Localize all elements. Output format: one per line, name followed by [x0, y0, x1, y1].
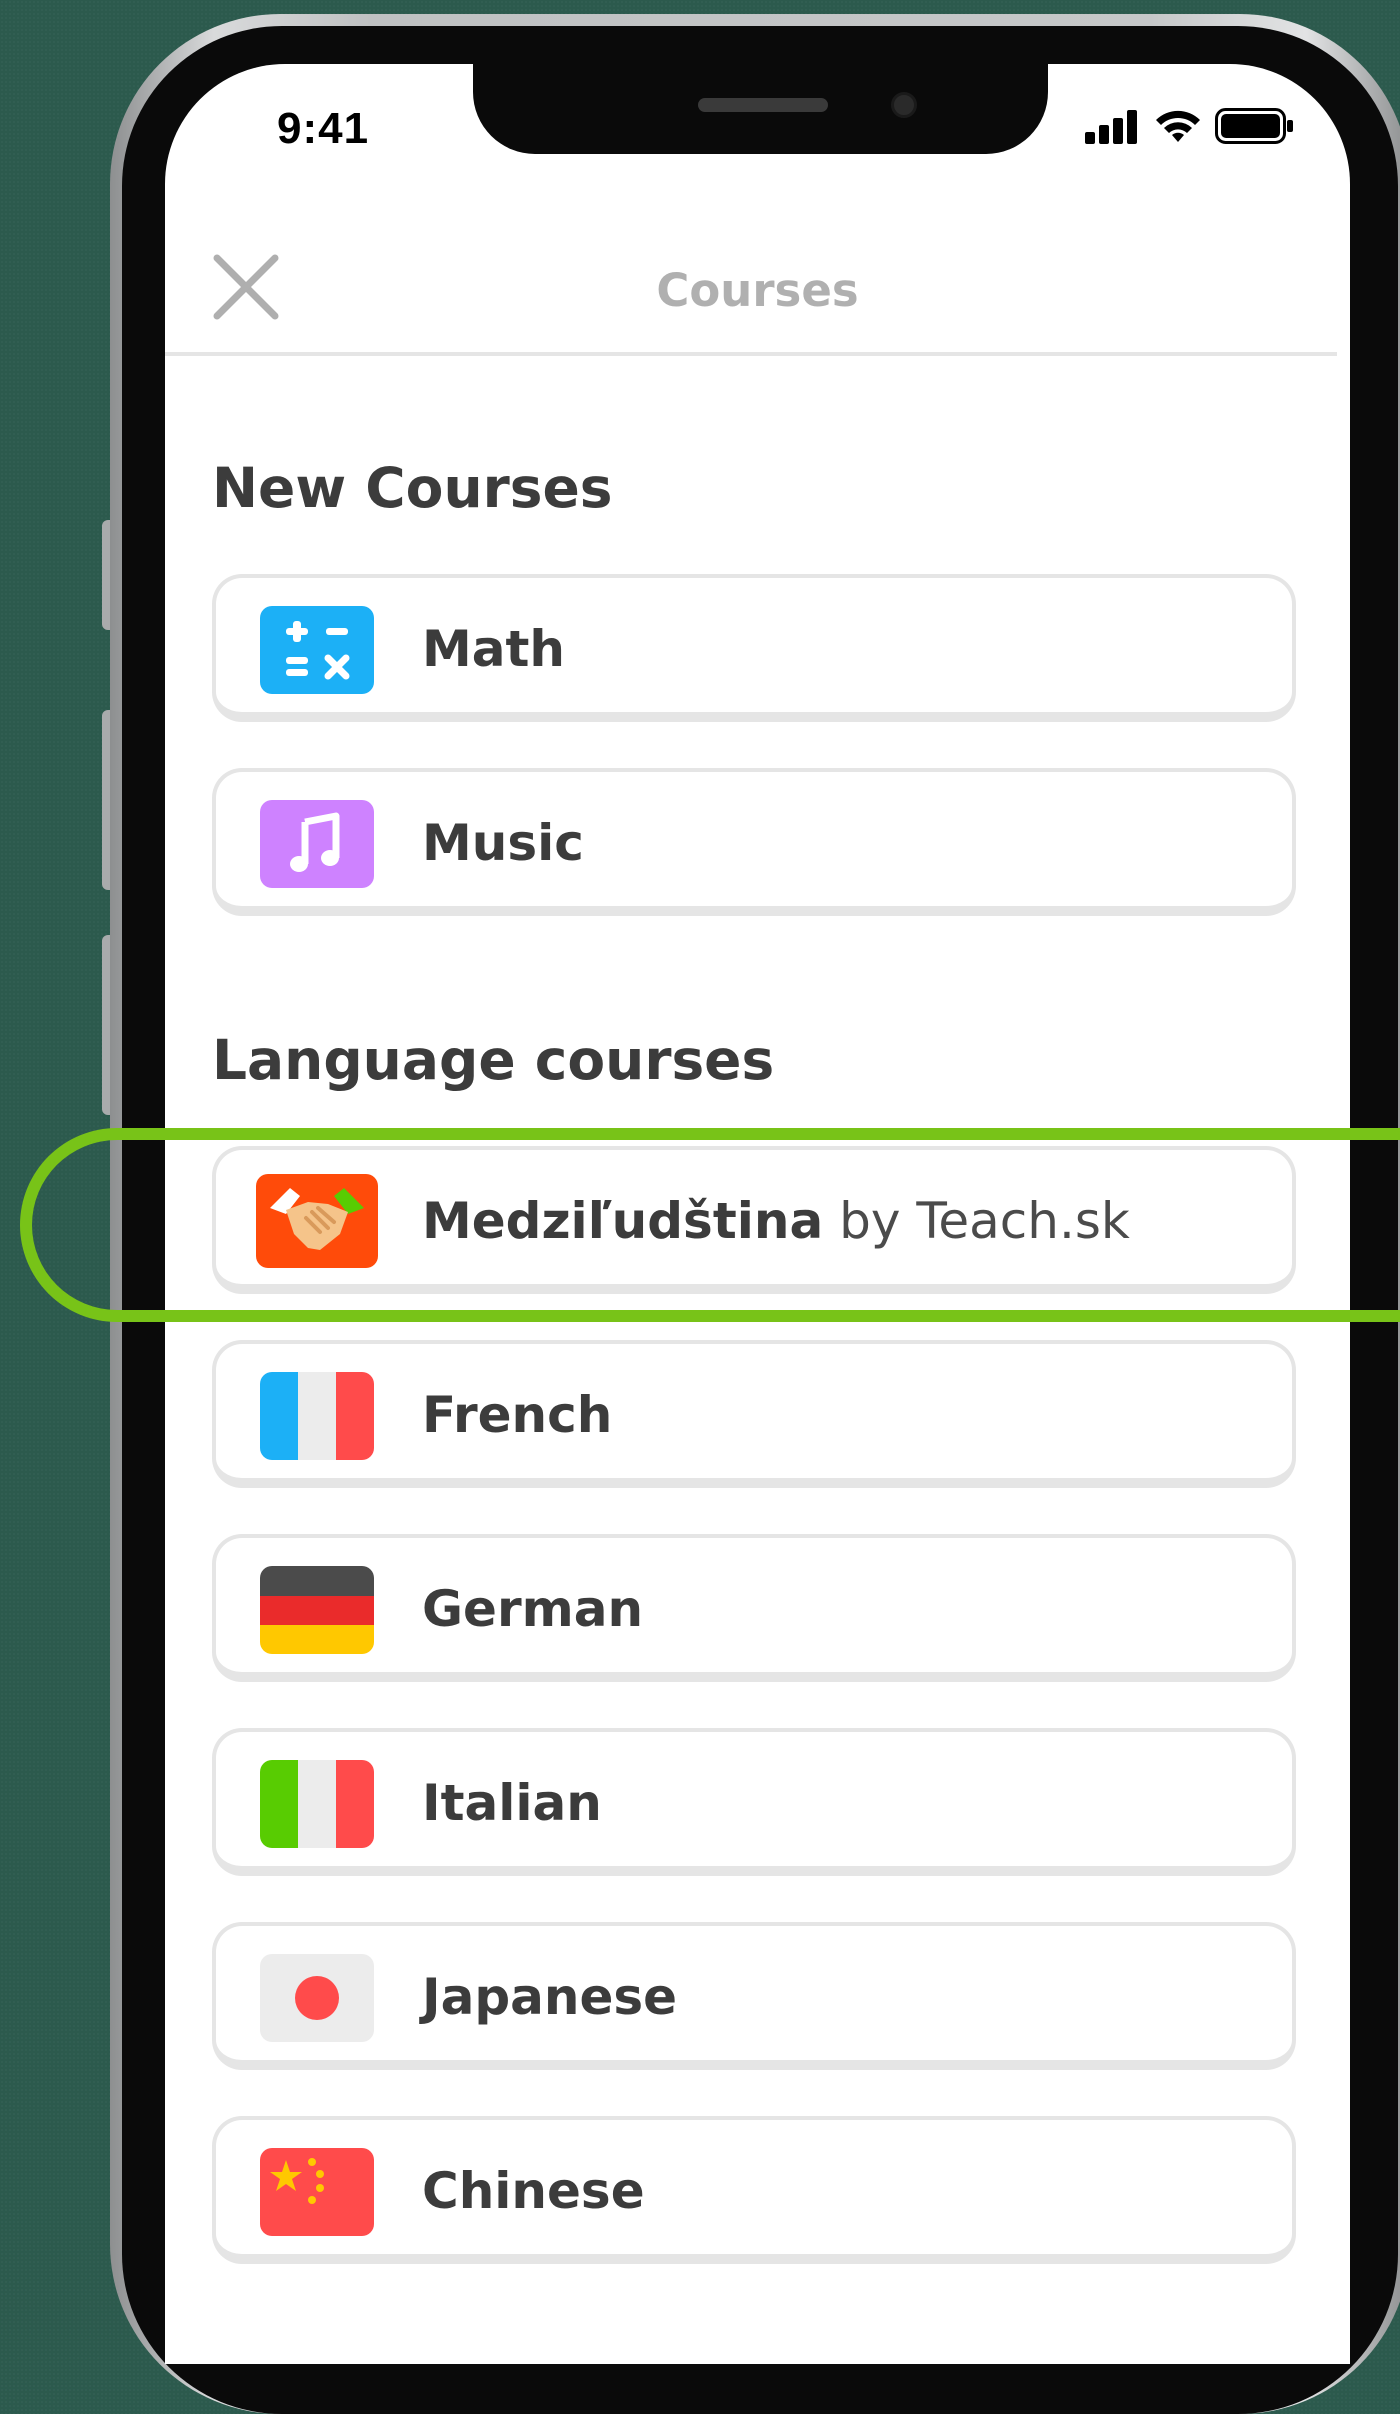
status-time: 9:41: [277, 104, 370, 153]
calculator-icon: [260, 606, 374, 694]
wifi-icon: [1156, 110, 1200, 142]
chinese-flag-icon: [260, 2148, 374, 2236]
course-card-math[interactable]: Math: [212, 574, 1296, 722]
course-card-german[interactable]: German: [212, 1534, 1296, 1682]
course-card-chinese[interactable]: Chinese: [212, 2116, 1296, 2264]
language-courses-heading: Language courses: [212, 1028, 775, 1092]
course-label: French: [422, 1386, 613, 1444]
german-flag-icon: [260, 1566, 374, 1654]
course-label: Chinese: [422, 2162, 645, 2220]
japanese-flag-icon: [260, 1954, 374, 2042]
new-courses-heading: New Courses: [212, 456, 613, 520]
speaker: [698, 98, 828, 112]
page-title: Courses: [656, 264, 859, 317]
course-label: Math: [422, 620, 565, 678]
french-flag-icon: [260, 1372, 374, 1460]
highlight-outline: [20, 1128, 1400, 1322]
header-divider: [165, 352, 1337, 356]
music-note-icon: [260, 800, 374, 888]
course-card-french[interactable]: French: [212, 1340, 1296, 1488]
battery-icon: [1215, 108, 1293, 144]
course-card-italian[interactable]: Italian: [212, 1728, 1296, 1876]
notch: [473, 64, 1048, 154]
front-camera: [891, 92, 917, 118]
course-label: German: [422, 1580, 644, 1638]
header: Courses: [165, 234, 1350, 344]
status-icons: [1085, 108, 1295, 144]
course-card-japanese[interactable]: Japanese: [212, 1922, 1296, 2070]
italian-flag-icon: [260, 1760, 374, 1848]
course-label: Japanese: [422, 1968, 678, 2026]
course-label: Italian: [422, 1774, 602, 1832]
course-label: Music: [422, 814, 584, 872]
cellular-signal-icon: [1085, 110, 1137, 144]
course-card-music[interactable]: Music: [212, 768, 1296, 916]
